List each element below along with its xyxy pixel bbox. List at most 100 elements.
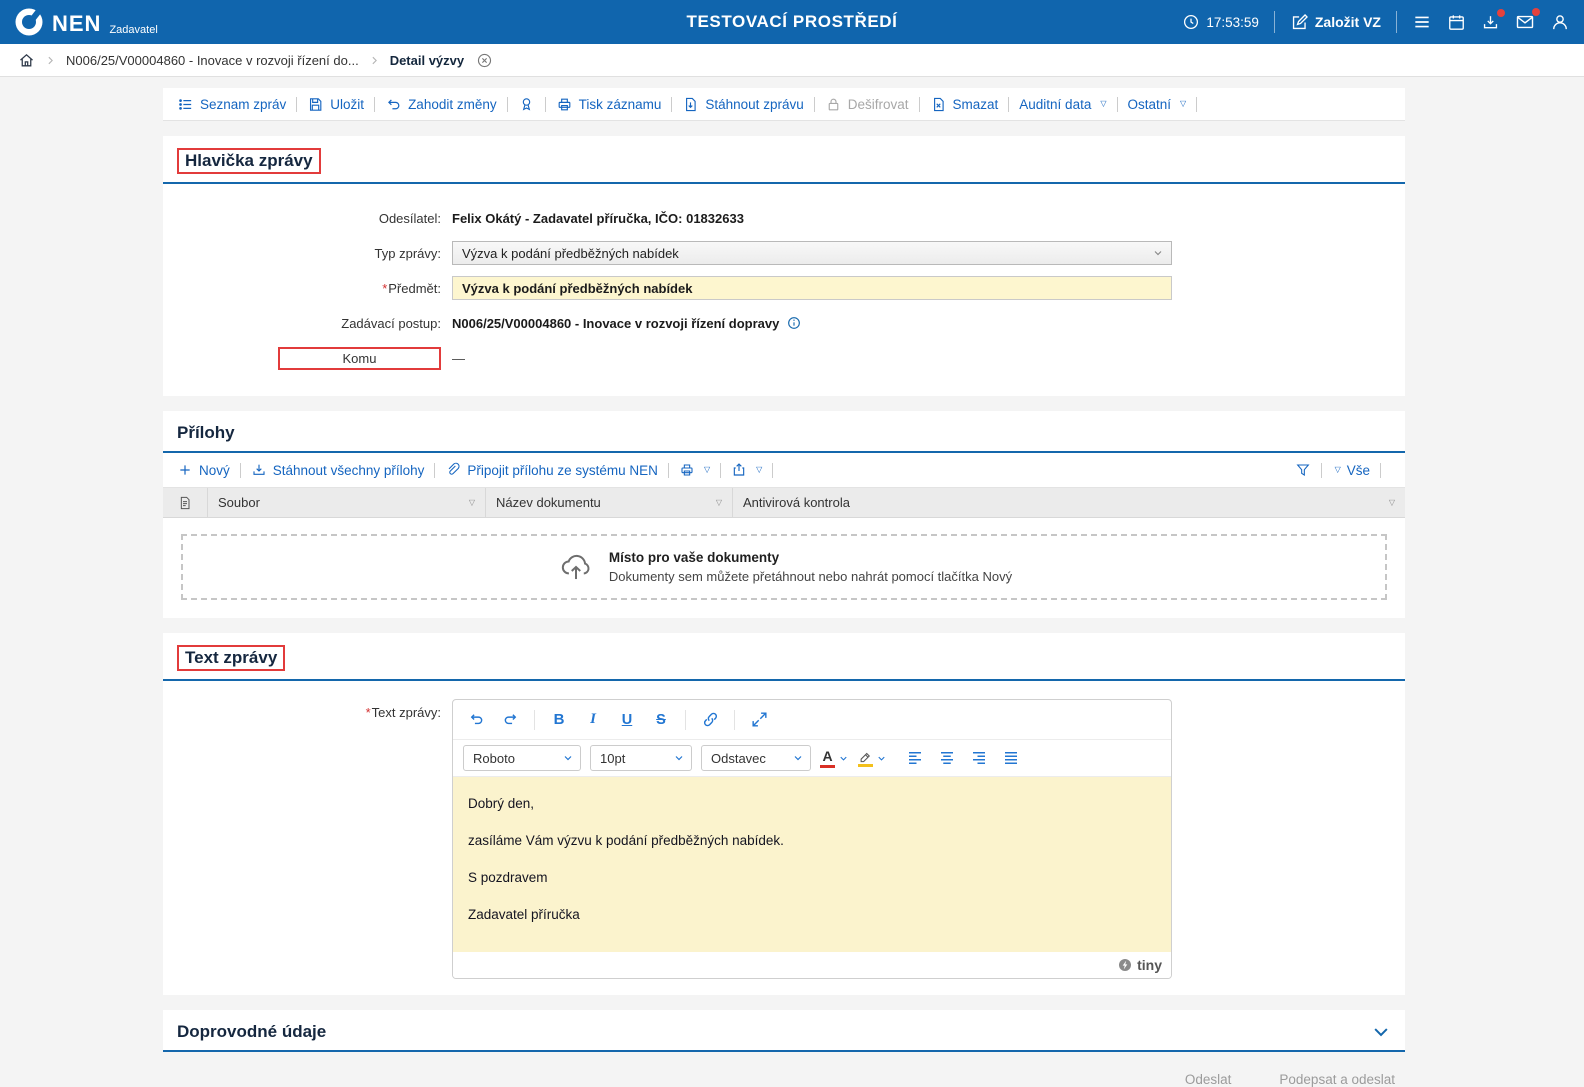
decrypt-label: Dešifrovat xyxy=(848,97,909,112)
create-vz-button[interactable]: Založit VZ xyxy=(1290,13,1381,32)
dropzone-title: Místo pro vaše dokumenty xyxy=(609,550,1012,565)
close-tab-icon[interactable] xyxy=(476,52,493,69)
clock-time: 17:53:59 xyxy=(1206,15,1259,30)
column-antivirus-header[interactable]: Antivirová kontrola ▽ xyxy=(732,488,1405,517)
save-button[interactable]: Uložit xyxy=(307,96,364,113)
align-center-button[interactable] xyxy=(932,744,962,772)
clock: 17:53:59 xyxy=(1182,13,1259,31)
other-label: Ostatní xyxy=(1128,97,1172,112)
messages-button[interactable] xyxy=(1515,12,1535,32)
procedure-value: N006/25/V00004860 - Inovace v rozvoji ří… xyxy=(452,316,779,331)
breadcrumb-current: Detail výzvy xyxy=(390,53,464,68)
user-profile-button[interactable] xyxy=(1550,12,1570,32)
delete-button[interactable]: Smazat xyxy=(930,96,999,113)
top-bar: NEN Zadavatel TESTOVACÍ PROSTŘEDÍ 17:53:… xyxy=(0,0,1584,44)
attachments-table-header: Soubor ▽ Název dokumentu ▽ Antivirová ko… xyxy=(163,488,1405,518)
create-vz-label: Založit VZ xyxy=(1315,14,1381,30)
main-menu-button[interactable] xyxy=(1412,12,1432,32)
divider xyxy=(1117,97,1118,112)
message-header-title-row: Hlavička zprávy xyxy=(163,136,1405,184)
chevron-down-icon[interactable] xyxy=(1371,1022,1391,1042)
print-record-button[interactable]: Tisk záznamu xyxy=(556,96,662,113)
subject-row: * Předmět: xyxy=(163,275,1405,301)
underline-button[interactable]: U xyxy=(612,706,642,734)
chevron-down-icon xyxy=(792,752,804,764)
bold-button[interactable]: B xyxy=(544,706,574,734)
breadcrumb-procedure[interactable]: N006/25/V00004860 - Inovace v rozvoji ří… xyxy=(66,53,359,68)
text-color-button[interactable]: A xyxy=(820,749,849,768)
message-list-button[interactable]: Seznam zpráv xyxy=(177,96,286,113)
signature-button[interactable] xyxy=(518,96,535,113)
message-type-row: Typ zprávy: Výzva k podání předběžných n… xyxy=(163,240,1405,266)
send-button[interactable]: Odeslat xyxy=(1185,1072,1232,1087)
align-justify-button[interactable] xyxy=(996,744,1026,772)
column-file-header[interactable]: Soubor ▽ xyxy=(207,488,485,517)
sender-label: Odesílatel: xyxy=(163,211,452,226)
filter-caret-icon[interactable]: ▽ xyxy=(716,498,722,507)
redo-button[interactable] xyxy=(495,706,525,734)
nen-logo-icon xyxy=(14,7,44,37)
procedure-row: Zadávací postup: N006/25/V00004860 - Ino… xyxy=(163,310,1405,336)
align-left-button[interactable] xyxy=(900,744,930,772)
discard-changes-button[interactable]: Zahodit změny xyxy=(385,96,497,113)
nen-logo[interactable]: NEN Zadavatel xyxy=(14,7,158,37)
undo-button[interactable] xyxy=(461,706,491,734)
column-docname-header[interactable]: Název dokumentu ▽ xyxy=(485,488,732,517)
recipient-label: Komu xyxy=(278,347,441,370)
divider xyxy=(1396,11,1397,33)
home-button[interactable] xyxy=(18,52,35,69)
download-icon xyxy=(251,462,267,478)
discard-changes-label: Zahodit změny xyxy=(408,97,497,112)
editor-content-area[interactable]: Dobrý den, zasíláme Vám výzvu k podání p… xyxy=(453,776,1171,952)
breadcrumb: N006/25/V00004860 - Inovace v rozvoji ří… xyxy=(0,44,1584,77)
plus-icon xyxy=(177,462,193,478)
message-type-select[interactable]: Výzva k podání předběžných nabídek xyxy=(452,241,1172,265)
sign-and-send-button[interactable]: Podepsat a odeslat xyxy=(1279,1072,1395,1087)
attachments-toolbar: Nový Stáhnout všechny přílohy Připojit p… xyxy=(163,453,1405,488)
attach-from-nen-button[interactable]: Připojit přílohu ze systému NEN xyxy=(445,462,658,478)
divider xyxy=(1380,463,1381,478)
subject-input[interactable] xyxy=(452,276,1172,300)
fullscreen-button[interactable] xyxy=(744,706,774,734)
italic-button[interactable]: I xyxy=(578,706,608,734)
filter-caret-icon[interactable]: ▽ xyxy=(1389,498,1395,507)
section-message-text: Text zprávy * Text zprávy: B I xyxy=(163,633,1405,995)
align-right-button[interactable] xyxy=(964,744,994,772)
accompanying-title-row[interactable]: Doprovodné údaje xyxy=(163,1010,1405,1052)
filter-button[interactable] xyxy=(1295,462,1311,478)
other-menu[interactable]: Ostatní ▽ xyxy=(1128,97,1187,112)
font-family-select[interactable]: Roboto xyxy=(463,745,581,771)
brand-name: NEN xyxy=(52,11,101,37)
message-list-label: Seznam zpráv xyxy=(200,97,286,112)
required-mark: * xyxy=(382,281,387,296)
link-button[interactable] xyxy=(695,706,725,734)
tinymce-logo[interactable]: tiny xyxy=(1117,957,1162,973)
print-attachments-menu[interactable]: ▽ xyxy=(679,462,710,478)
info-icon[interactable] xyxy=(786,315,802,331)
user-icon xyxy=(1550,12,1570,32)
download-all-attachments-button[interactable]: Stáhnout všechny přílohy xyxy=(251,462,425,478)
caret-down-icon: ▽ xyxy=(1100,99,1106,108)
attachments-dropzone[interactable]: Místo pro vaše dokumenty Dokumenty sem m… xyxy=(181,534,1387,600)
column-docname-label: Název dokumentu xyxy=(496,495,601,510)
list-icon xyxy=(177,96,194,113)
new-attachment-button[interactable]: Nový xyxy=(177,462,230,478)
filter-all-menu[interactable]: ▽ Vše xyxy=(1332,463,1370,478)
export-attachments-menu[interactable]: ▽ xyxy=(731,462,762,478)
filter-caret-icon[interactable]: ▽ xyxy=(469,498,475,507)
downloads-button[interactable] xyxy=(1481,13,1500,32)
attach-from-nen-label: Připojit přílohu ze systému NEN xyxy=(467,463,658,478)
audit-data-menu[interactable]: Auditní data ▽ xyxy=(1019,97,1106,112)
download-message-button[interactable]: Stáhnout zprávu xyxy=(682,96,803,113)
calendar-button[interactable] xyxy=(1447,13,1466,32)
block-format-value: Odstavec xyxy=(711,751,766,766)
recipient-value: — xyxy=(452,351,465,366)
download-all-label: Stáhnout všechny přílohy xyxy=(273,463,425,478)
font-size-select[interactable]: 10pt xyxy=(590,745,692,771)
text-color-icon: A xyxy=(820,749,835,768)
strikethrough-button[interactable]: S xyxy=(646,706,676,734)
chevron-down-icon xyxy=(673,752,685,764)
block-format-select[interactable]: Odstavec xyxy=(701,745,811,771)
highlight-color-button[interactable] xyxy=(858,749,887,767)
accompanying-title: Doprovodné údaje xyxy=(177,1022,326,1042)
